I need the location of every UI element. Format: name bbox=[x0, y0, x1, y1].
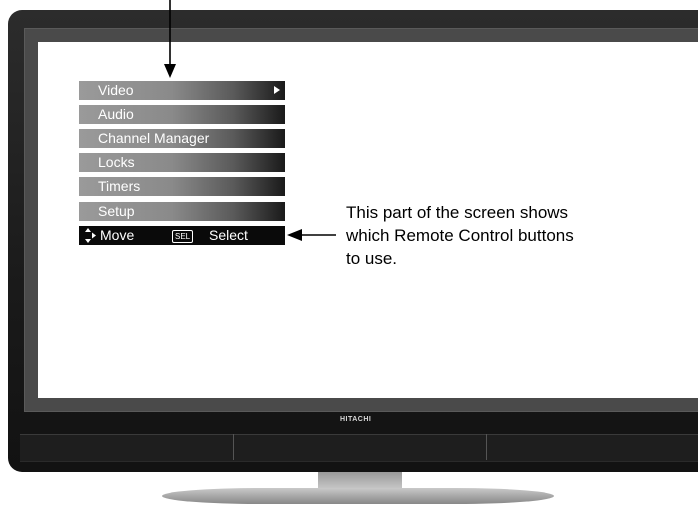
callout-arrows bbox=[164, 0, 336, 241]
down-arrow-icon bbox=[164, 0, 176, 78]
left-arrow-icon bbox=[287, 229, 336, 241]
